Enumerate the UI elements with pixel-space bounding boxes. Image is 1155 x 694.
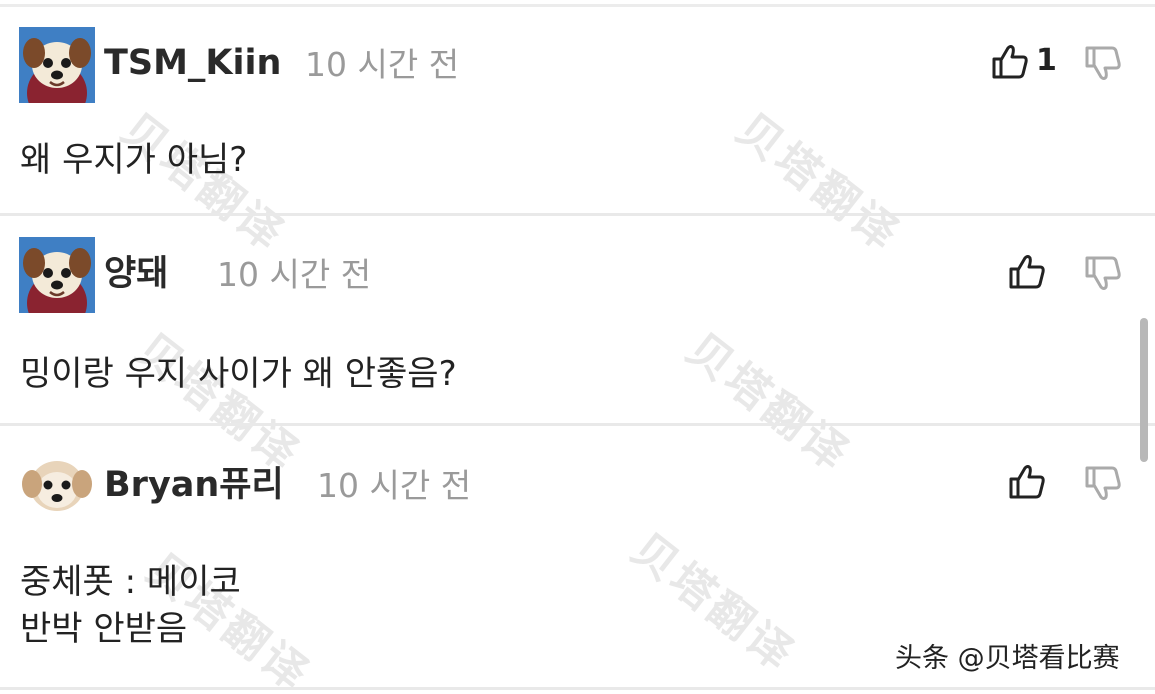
source-credit: 头条 @贝塔看比赛 bbox=[895, 643, 1120, 674]
comment-body-line: 밍이랑 우지 사이가 왜 안좋음? bbox=[20, 354, 457, 394]
comment-body-line: 중체폿 : 메이코 bbox=[20, 562, 241, 602]
thumbs-down-icon[interactable] bbox=[1083, 44, 1123, 84]
thumbs-up-icon[interactable] bbox=[990, 42, 1030, 82]
puppy-avatar[interactable] bbox=[19, 446, 95, 522]
comment-username[interactable]: 양돼 bbox=[104, 257, 168, 292]
thumbs-up-icon[interactable] bbox=[1007, 462, 1047, 502]
comment-body: 중체폿 : 메이코 반박 안받음 bbox=[20, 559, 241, 653]
comment-body: 왜 우지가 아님? bbox=[20, 137, 247, 184]
comment-timestamp: 10 시간 전 bbox=[217, 255, 372, 294]
comment-username[interactable]: Bryan퓨리 bbox=[104, 468, 284, 503]
thumbs-up-icon[interactable] bbox=[1007, 252, 1047, 292]
comment-body-line: 왜 우지가 아님? bbox=[20, 140, 248, 180]
comment-item: TSM_Kiin 10 시간 전 1 왜 우지가 아님? bbox=[0, 0, 1155, 216]
dog-avatar[interactable] bbox=[19, 237, 95, 313]
scrollbar[interactable] bbox=[1140, 318, 1148, 462]
thumbs-down-icon[interactable] bbox=[1083, 254, 1123, 294]
comment-username[interactable]: TSM_Kiin bbox=[104, 46, 281, 81]
comment-item: 양돼 10 시간 전 밍이랑 우지 사이가 왜 안좋음? bbox=[0, 216, 1155, 426]
comment-divider bbox=[0, 687, 1155, 690]
comment-timestamp: 10 시간 전 bbox=[317, 466, 472, 505]
thumbs-down-icon[interactable] bbox=[1083, 464, 1123, 504]
comment-body-line: 반박 안받음 bbox=[20, 609, 188, 649]
comment-body: 밍이랑 우지 사이가 왜 안좋음? bbox=[20, 351, 457, 398]
comment-timestamp: 10 시간 전 bbox=[305, 45, 460, 84]
dog-avatar[interactable] bbox=[19, 27, 95, 103]
like-count: 1 bbox=[1036, 43, 1057, 78]
